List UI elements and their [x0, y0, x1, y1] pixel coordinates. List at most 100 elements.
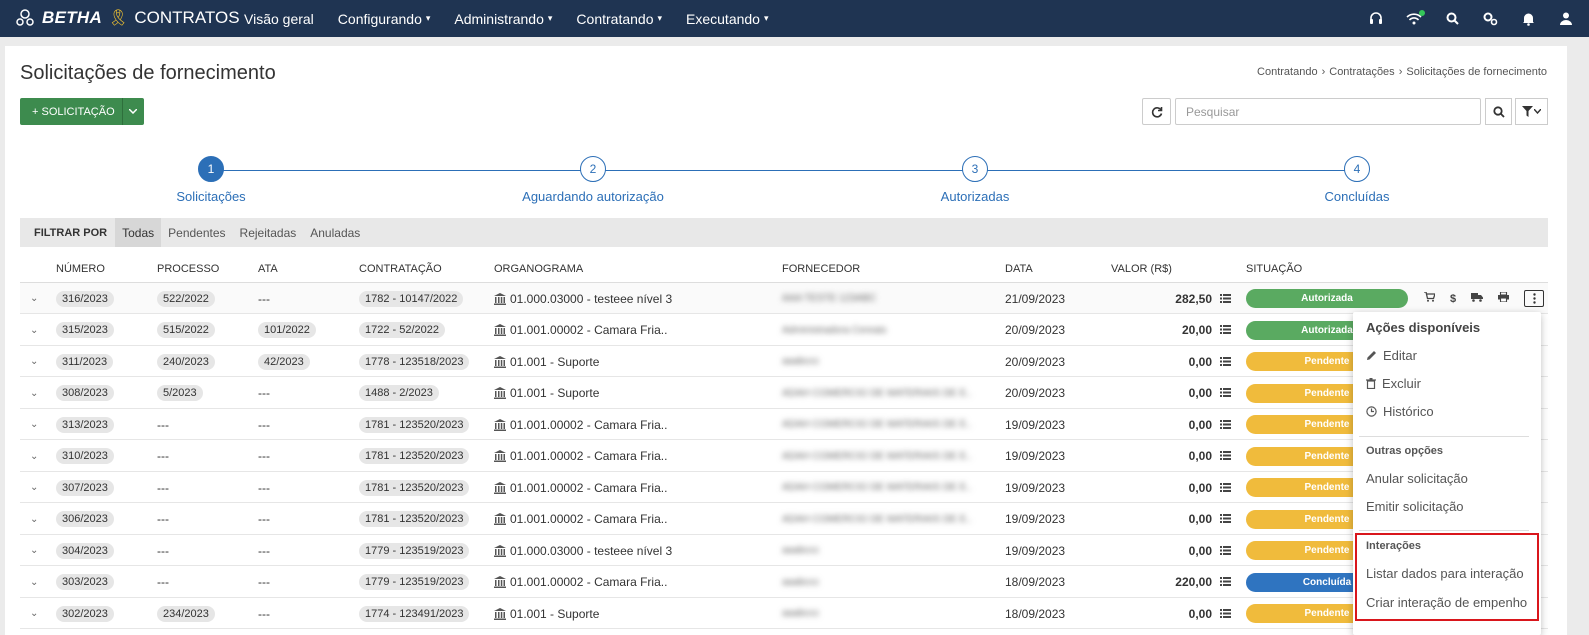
table-row[interactable]: ⌄ 316/2023 522/2022 --- 1782 - 10147/2022 01.… — [20, 283, 1548, 314]
column-header[interactable]: NÚMERO — [56, 263, 105, 275]
filter-tab[interactable]: Todas — [115, 218, 162, 247]
cell-fornecedor: ADAH COMERCIO DE MATERIAIS DE E.. — [782, 387, 972, 399]
more-actions-button[interactable] — [1524, 290, 1545, 307]
ata-value: --- — [258, 480, 270, 495]
list-icon[interactable] — [1220, 481, 1231, 495]
list-icon[interactable] — [1220, 386, 1231, 400]
column-header[interactable]: ORGANOGRAMA — [494, 263, 583, 275]
expand-chevron-icon[interactable]: ⌄ — [30, 315, 38, 346]
list-icon[interactable] — [1220, 607, 1231, 621]
valor-value: 0,00 — [1188, 386, 1212, 400]
chevron-down-icon — [129, 109, 138, 114]
column-header[interactable]: DATA — [1005, 263, 1033, 275]
numero-value: 307/2023 — [56, 479, 114, 496]
list-icon[interactable] — [1220, 323, 1231, 337]
table-row[interactable]: ⌄ 302/2023 234/2023 --- 1774 - 123491/2023 01… — [20, 598, 1548, 629]
menu-item-editar[interactable]: Editar — [1366, 348, 1417, 363]
list-icon[interactable] — [1220, 575, 1231, 589]
expand-chevron-icon[interactable]: ⌄ — [30, 378, 38, 409]
highlight-box — [1355, 533, 1539, 621]
filter-tab[interactable]: Rejeitadas — [233, 218, 304, 247]
headset-icon[interactable] — [1367, 10, 1385, 28]
cart-icon[interactable] — [1424, 291, 1436, 305]
numero-value: 310/2023 — [56, 448, 114, 464]
app-logo[interactable]: BETHA 🎗 CONTRATOS — [14, 4, 240, 32]
step-3[interactable]: 3 Autorizadas — [875, 156, 1075, 204]
expand-chevron-icon[interactable]: ⌄ — [30, 504, 38, 535]
breadcrumb-item[interactable]: Contratando — [1257, 66, 1318, 78]
list-icon[interactable] — [1220, 512, 1231, 526]
cell-numero: 306/2023 — [56, 504, 114, 535]
contratacao-value: 1779 - 123519/2023 — [359, 574, 470, 590]
wifi-icon[interactable] — [1405, 9, 1425, 28]
expand-chevron-icon[interactable]: ⌄ — [30, 567, 38, 598]
user-icon[interactable] — [1557, 10, 1575, 28]
cell-contratacao: 1781 - 123520/2023 — [359, 441, 470, 472]
table-row[interactable]: ⌄ 308/2023 5/2023 --- 1488 - 2/2023 01.001 - … — [20, 378, 1548, 409]
cell-processo: 5/2023 — [157, 378, 203, 409]
table-row[interactable]: ⌄ 311/2023 240/2023 42/2023 1778 - 123518/20… — [20, 346, 1548, 377]
menu-item-historico[interactable]: Histórico — [1366, 404, 1434, 419]
truck-icon[interactable] — [1471, 292, 1484, 305]
menu-item-excluir[interactable]: Excluir — [1366, 376, 1421, 391]
expand-chevron-icon[interactable]: ⌄ — [30, 346, 38, 377]
column-header[interactable]: FORNECEDOR — [782, 263, 860, 275]
dollar-icon[interactable]: $ — [1450, 293, 1456, 305]
building-icon — [494, 481, 506, 494]
table-row[interactable]: ⌄ 303/2023 --- --- 1779 - 123519/2023 01.001.… — [20, 567, 1548, 598]
processo-value: 5/2023 — [157, 385, 203, 401]
ata-value: --- — [258, 606, 270, 621]
nav-item[interactable]: Executando ▾ — [686, 11, 768, 27]
expand-chevron-icon[interactable]: ⌄ — [30, 598, 38, 629]
expand-chevron-icon[interactable]: ⌄ — [30, 409, 38, 440]
search-button[interactable] — [1485, 98, 1512, 125]
column-header[interactable]: CONTRATAÇÃO — [359, 263, 442, 275]
column-header[interactable]: SITUAÇÃO — [1246, 263, 1302, 275]
nav-item[interactable]: Administrando ▾ — [454, 11, 552, 27]
nav-item[interactable]: Configurando ▾ — [338, 11, 431, 27]
nav-item-label: Administrando — [454, 10, 544, 27]
column-header[interactable]: PROCESSO — [157, 263, 219, 275]
column-header[interactable]: ATA — [258, 263, 278, 275]
organograma-value: 01.001 - Suporte — [510, 386, 600, 400]
column-header[interactable]: VALOR (R$) — [1111, 263, 1172, 275]
step-2[interactable]: 2 Aguardando autorização — [493, 156, 693, 204]
settings-icon[interactable] — [1481, 10, 1499, 28]
table-row[interactable]: ⌄ 315/2023 515/2022 101/2022 1722 - 52/2022 0… — [20, 315, 1548, 346]
bell-icon[interactable] — [1519, 10, 1537, 28]
expand-chevron-icon[interactable]: ⌄ — [30, 283, 38, 314]
valor-value: 0,00 — [1188, 543, 1212, 558]
breadcrumb-item[interactable]: Contratações — [1329, 66, 1394, 78]
search-icon[interactable] — [1443, 10, 1461, 28]
cell-organograma: 01.001.00002 - Camara Fria.. — [494, 441, 667, 472]
table-row[interactable]: ⌄ 310/2023 --- --- 1781 - 123520/2023 01.001.… — [20, 441, 1548, 472]
table-row[interactable]: ⌄ 307/2023 --- --- 1781 - 123520/2023 01.001.… — [20, 472, 1548, 503]
cell-contratacao: 1722 - 52/2022 — [359, 315, 446, 346]
step-4[interactable]: 4 Concluídas — [1257, 156, 1457, 204]
table-row[interactable]: ⌄ 313/2023 --- --- 1781 - 123520/2023 01.001.… — [20, 409, 1548, 440]
expand-chevron-icon[interactable]: ⌄ — [30, 535, 38, 566]
filter-tab[interactable]: Anuladas — [303, 218, 367, 247]
list-icon[interactable] — [1220, 544, 1231, 558]
menu-item-emitir[interactable]: Emitir solicitação — [1366, 499, 1464, 514]
valor-value: 0,00 — [1188, 606, 1212, 621]
nav-item[interactable]: Contratando ▾ — [576, 11, 662, 27]
list-icon[interactable] — [1220, 292, 1231, 306]
list-icon[interactable] — [1220, 418, 1231, 432]
step-1[interactable]: 1 Solicitações — [111, 156, 311, 204]
expand-chevron-icon[interactable]: ⌄ — [30, 472, 38, 503]
filter-tab[interactable]: Pendentes — [161, 218, 232, 247]
expand-chevron-icon[interactable]: ⌄ — [30, 441, 38, 472]
list-icon[interactable] — [1220, 355, 1231, 369]
nav-item[interactable]: Visão geral — [244, 11, 314, 27]
new-request-button[interactable]: + SOLICITAÇÃO — [20, 98, 122, 125]
menu-item-anular[interactable]: Anular solicitação — [1366, 471, 1468, 486]
list-icon[interactable] — [1220, 449, 1231, 463]
search-input[interactable]: Pesquisar — [1175, 98, 1481, 125]
filter-button[interactable] — [1515, 98, 1548, 125]
print-icon[interactable] — [1498, 291, 1510, 305]
table-row[interactable]: ⌄ 306/2023 --- --- 1781 - 123520/2023 01.001.… — [20, 504, 1548, 535]
table-row[interactable]: ⌄ 304/2023 --- --- 1779 - 123519/2023 01.000.… — [20, 535, 1548, 566]
refresh-button[interactable] — [1142, 98, 1171, 125]
new-request-dropdown-toggle[interactable] — [121, 98, 144, 125]
